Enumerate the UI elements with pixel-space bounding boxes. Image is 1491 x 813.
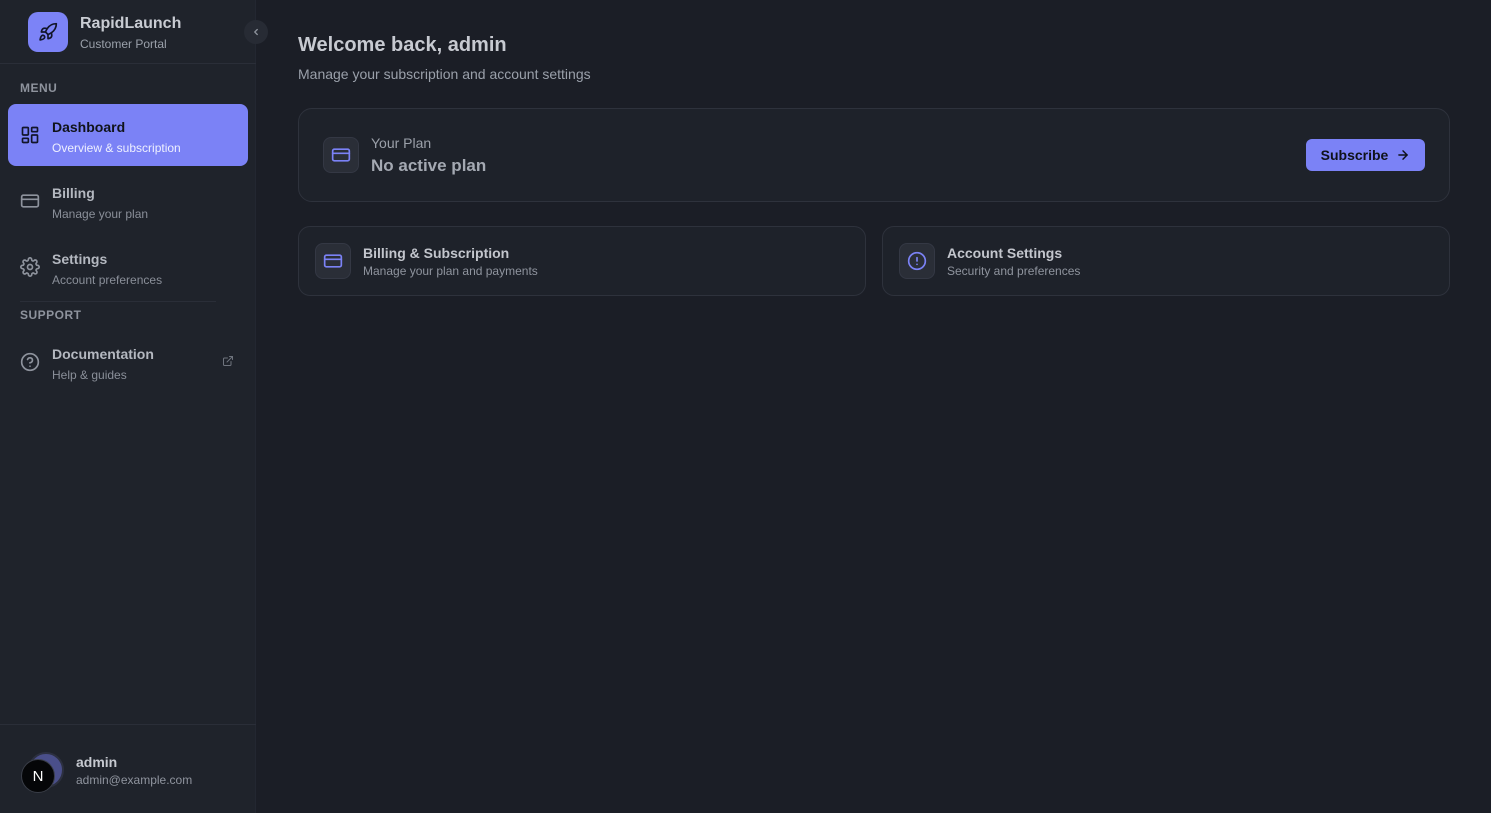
- main-content: Welcome back, admin Manage your subscrip…: [256, 0, 1491, 813]
- sidebar-item-label: Billing: [52, 185, 95, 201]
- page-title: Welcome back, admin: [298, 34, 507, 56]
- plan-value: No active plan: [371, 156, 487, 175]
- user-profile[interactable]: N admin admin@example.com: [0, 724, 256, 813]
- card-title: Billing & Subscription: [363, 245, 510, 261]
- credit-card-icon: [323, 137, 359, 173]
- support-section-label: SUPPORT: [20, 308, 82, 322]
- gear-icon: [20, 257, 40, 277]
- subscribe-button-label: Subscribe: [1320, 147, 1389, 163]
- brand-name: RapidLaunch: [80, 15, 182, 32]
- avatar-letter-badge[interactable]: N: [21, 759, 55, 793]
- sidebar-item-label: Documentation: [52, 346, 154, 362]
- menu-section-label: MENU: [20, 81, 58, 95]
- sidebar-item-documentation[interactable]: Documentation Help & guides: [8, 331, 248, 393]
- sidebar-item-sublabel: Account preferences: [52, 273, 163, 287]
- account-settings-card[interactable]: Account Settings Security and preference…: [882, 226, 1450, 296]
- user-name: admin: [76, 754, 118, 770]
- sidebar-item-sublabel: Help & guides: [52, 368, 127, 382]
- app-root: RapidLaunch Customer Portal MENU Dashboa…: [0, 0, 1491, 813]
- brand-subtitle: Customer Portal: [80, 37, 167, 51]
- credit-card-icon: [315, 243, 351, 279]
- sidebar-item-settings[interactable]: Settings Account preferences: [8, 236, 248, 298]
- page-subtitle: Manage your subscription and account set…: [298, 66, 591, 82]
- card-subtitle: Manage your plan and payments: [363, 264, 538, 278]
- arrow-right-icon: [1398, 150, 1409, 160]
- sidebar-item-label: Dashboard: [52, 119, 126, 135]
- sidebar-item-label: Settings: [52, 251, 108, 267]
- user-email: admin@example.com: [76, 773, 193, 787]
- sidebar-item-sublabel: Manage your plan: [52, 207, 149, 221]
- sidebar: RapidLaunch Customer Portal MENU Dashboa…: [0, 0, 268, 813]
- sidebar-divider: [20, 301, 216, 302]
- plan-label: Your Plan: [371, 135, 432, 151]
- plan-card: Your Plan No active plan Subscribe: [298, 108, 1450, 202]
- subscribe-button[interactable]: Subscribe: [1306, 139, 1425, 171]
- card-title: Account Settings: [947, 245, 1063, 261]
- alert-circle-icon: [899, 243, 935, 279]
- brand-header: RapidLaunch Customer Portal: [0, 0, 268, 64]
- sidebar-item-billing[interactable]: Billing Manage your plan: [8, 170, 248, 232]
- dashboard-grid-icon: [20, 125, 40, 145]
- billing-subscription-card[interactable]: Billing & Subscription Manage your plan …: [298, 226, 866, 296]
- card-subtitle: Security and preferences: [947, 264, 1081, 278]
- external-link-icon: [222, 354, 236, 368]
- rocket-icon[interactable]: [28, 12, 68, 52]
- help-circle-icon: [20, 352, 40, 372]
- credit-card-icon: [20, 191, 40, 211]
- sidebar-item-sublabel: Overview & subscription: [52, 141, 181, 155]
- sidebar-item-dashboard[interactable]: Dashboard Overview & subscription: [8, 104, 248, 166]
